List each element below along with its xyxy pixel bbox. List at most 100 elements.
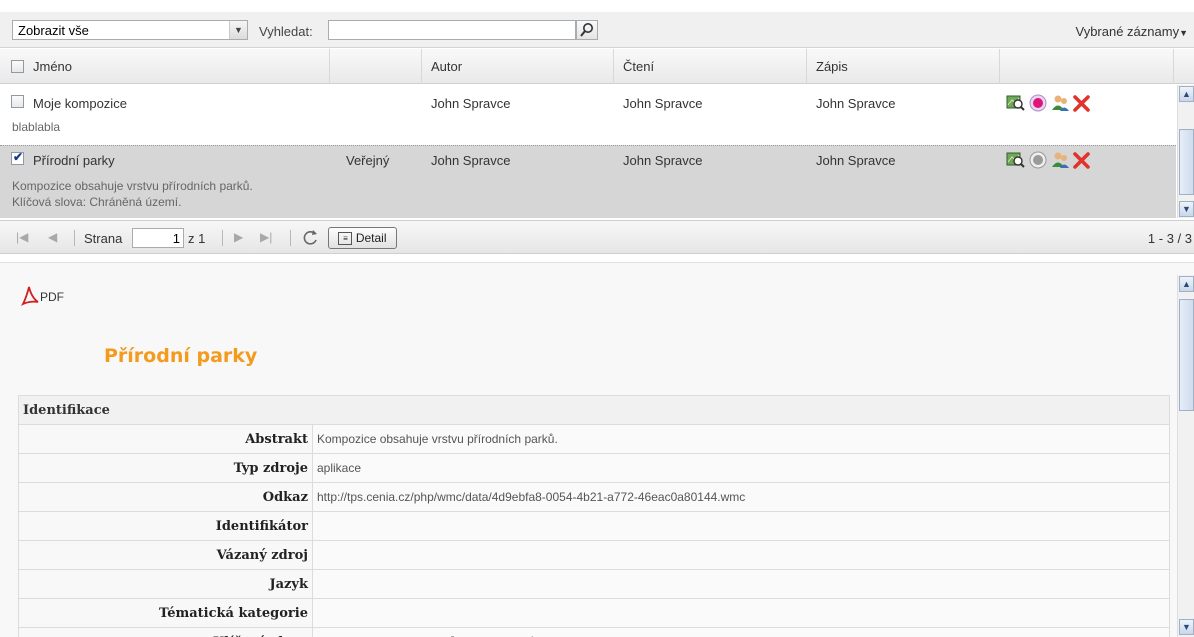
- users-permissions-icon[interactable]: [1050, 150, 1070, 170]
- grid-body: Moje kompozice John Spravce John Spravce…: [0, 85, 1176, 218]
- field-key: Typ zdroje: [18, 453, 313, 483]
- pdf-label: PDF: [40, 290, 64, 304]
- page-label: Strana: [84, 231, 123, 246]
- filter-select-value: Zobrazit vše: [18, 23, 89, 38]
- first-page-icon[interactable]: |◀: [16, 230, 28, 244]
- scrollbar-thumb[interactable]: [1179, 129, 1194, 195]
- scroll-down-icon[interactable]: ▼: [1179, 201, 1194, 217]
- section-title: Identifikace: [18, 395, 1170, 425]
- search-label: Vyhledat:: [259, 24, 313, 39]
- metadata-row: Identifikátor: [18, 511, 1170, 541]
- section-row: Identifikace: [18, 395, 1170, 425]
- table-row[interactable]: Moje kompozice John Spravce John Spravce…: [0, 85, 1176, 144]
- status-dot-icon[interactable]: [1028, 150, 1048, 170]
- grid-toolbar: Zobrazit vše ▼ Vyhledat: Vybrané záznamy…: [0, 12, 1194, 48]
- delete-icon[interactable]: [1072, 150, 1092, 170]
- detail-content: PDF Přírodní parky Identifikace Abstrakt…: [14, 277, 1172, 637]
- row-read: John Spravce: [623, 153, 703, 168]
- column-header-author[interactable]: Autor: [422, 49, 614, 84]
- field-key: Identifikátor: [18, 511, 313, 541]
- row-checkbox-checked[interactable]: ✔: [11, 150, 24, 165]
- pdf-icon: [20, 286, 39, 307]
- metadata-row: Odkaz http://tps.cenia.cz/php/wmc/data/4…: [18, 482, 1170, 512]
- field-value-link[interactable]: http://tps.cenia.cz/php/wmc/data/4d9ebfa…: [312, 482, 1170, 512]
- search-icon: [580, 23, 593, 37]
- field-key: Odkaz: [18, 482, 313, 512]
- row-name: Přírodní parky: [33, 153, 115, 168]
- column-header-access[interactable]: [330, 49, 422, 84]
- next-page-icon[interactable]: ▶: [234, 230, 243, 244]
- separator: [222, 230, 223, 246]
- column-header-name[interactable]: Jméno: [0, 49, 330, 84]
- metadata-row: Jazyk: [18, 569, 1170, 599]
- field-value: [312, 598, 1170, 628]
- delete-icon[interactable]: [1072, 93, 1092, 113]
- row-author: John Spravce: [431, 96, 511, 111]
- records-range: 1 - 3 / 3: [1147, 231, 1192, 246]
- row-description: blablabla: [12, 120, 61, 134]
- grid-header: Jméno Autor Čtení Zápis: [0, 49, 1194, 84]
- column-read-label: Čtení: [623, 59, 655, 74]
- zoom-map-icon[interactable]: [1006, 93, 1026, 113]
- row-write: John Spravce: [816, 96, 896, 111]
- metadata-row: Tématická kategorie: [18, 598, 1170, 628]
- detail-scrollbar[interactable]: ▲ ▼: [1177, 275, 1194, 637]
- pdf-export-button[interactable]: PDF: [14, 281, 84, 311]
- column-name-label: Jméno: [33, 59, 73, 74]
- paging-toolbar: |◀ ◀ Strana z 1 ▶ ▶| ≡ Detail 1 - 3 / 3: [0, 220, 1194, 254]
- check-icon: ✔: [13, 150, 24, 164]
- zoom-map-icon[interactable]: [1006, 150, 1026, 170]
- search-input[interactable]: [328, 20, 576, 40]
- metadata-row: Vázaný zdroj: [18, 540, 1170, 570]
- row-author: John Spravce: [431, 153, 511, 168]
- field-value: [312, 511, 1170, 541]
- row-keywords: Klíčová slova: Chráněná území.: [12, 195, 182, 209]
- grid-scrollbar[interactable]: ▲ ▼: [1177, 85, 1194, 218]
- row-read: John Spravce: [623, 96, 703, 111]
- refresh-icon[interactable]: [300, 229, 320, 247]
- chevron-down-icon[interactable]: ▼: [229, 21, 247, 39]
- field-value: GEMET - INSPIRE themes, version 1.0:: [312, 627, 1170, 637]
- detail-panel: PDF Přírodní parky Identifikace Abstrakt…: [0, 262, 1194, 637]
- row-checkbox[interactable]: [11, 95, 24, 108]
- field-value: [312, 569, 1170, 599]
- status-dot-icon[interactable]: [1028, 93, 1048, 113]
- column-header-read[interactable]: Čtení: [614, 49, 807, 84]
- field-value: aplikace: [312, 453, 1170, 483]
- select-all-checkbox[interactable]: [11, 60, 24, 73]
- last-page-icon[interactable]: ▶|: [260, 230, 272, 244]
- separator: [74, 230, 75, 246]
- row-write: John Spravce: [816, 153, 896, 168]
- column-author-label: Autor: [431, 59, 463, 74]
- separator: [290, 230, 291, 246]
- prev-page-icon[interactable]: ◀: [48, 230, 57, 244]
- field-value: [312, 540, 1170, 570]
- field-value: Kompozice obsahuje vrstvu přírodních par…: [312, 424, 1170, 454]
- scroll-up-icon[interactable]: ▲: [1179, 86, 1194, 102]
- column-write-label: Zápis: [816, 59, 848, 74]
- page-count-label: z 1: [188, 231, 206, 246]
- detail-button[interactable]: ≡ Detail: [328, 227, 397, 249]
- metadata-table: Identifikace Abstrakt Kompozice obsahuje…: [18, 395, 1170, 637]
- caret-down-icon: ▼: [1179, 28, 1188, 38]
- table-row-selected[interactable]: ✔ Přírodní parky Veřejný John Spravce Jo…: [0, 145, 1176, 218]
- field-key: Abstrakt: [18, 424, 313, 454]
- selected-records-label: Vybrané záznamy: [1075, 24, 1180, 39]
- detail-icon: ≡: [338, 232, 353, 246]
- field-key: Vázaný zdroj: [18, 540, 313, 570]
- metadata-row: Klíčová slova GEMET - INSPIRE themes, ve…: [18, 627, 1170, 637]
- scroll-down-icon[interactable]: ▼: [1179, 619, 1194, 635]
- search-button[interactable]: [576, 20, 598, 40]
- field-key: Jazyk: [18, 569, 313, 599]
- record-title: Přírodní parky: [104, 345, 258, 367]
- column-header-actions: [1000, 49, 1174, 84]
- users-permissions-icon[interactable]: [1050, 93, 1070, 113]
- scroll-up-icon[interactable]: ▲: [1179, 276, 1194, 292]
- selected-records-menu[interactable]: Vybrané záznamy▼: [1076, 24, 1189, 39]
- filter-select[interactable]: Zobrazit vše ▼: [12, 20, 248, 40]
- page-number-input[interactable]: [132, 228, 184, 248]
- column-header-write[interactable]: Zápis: [807, 49, 1000, 84]
- field-key: Klíčová slova: [18, 627, 313, 637]
- scrollbar-thumb[interactable]: [1179, 299, 1194, 411]
- row-description: Kompozice obsahuje vrstvu přírodních par…: [12, 179, 253, 193]
